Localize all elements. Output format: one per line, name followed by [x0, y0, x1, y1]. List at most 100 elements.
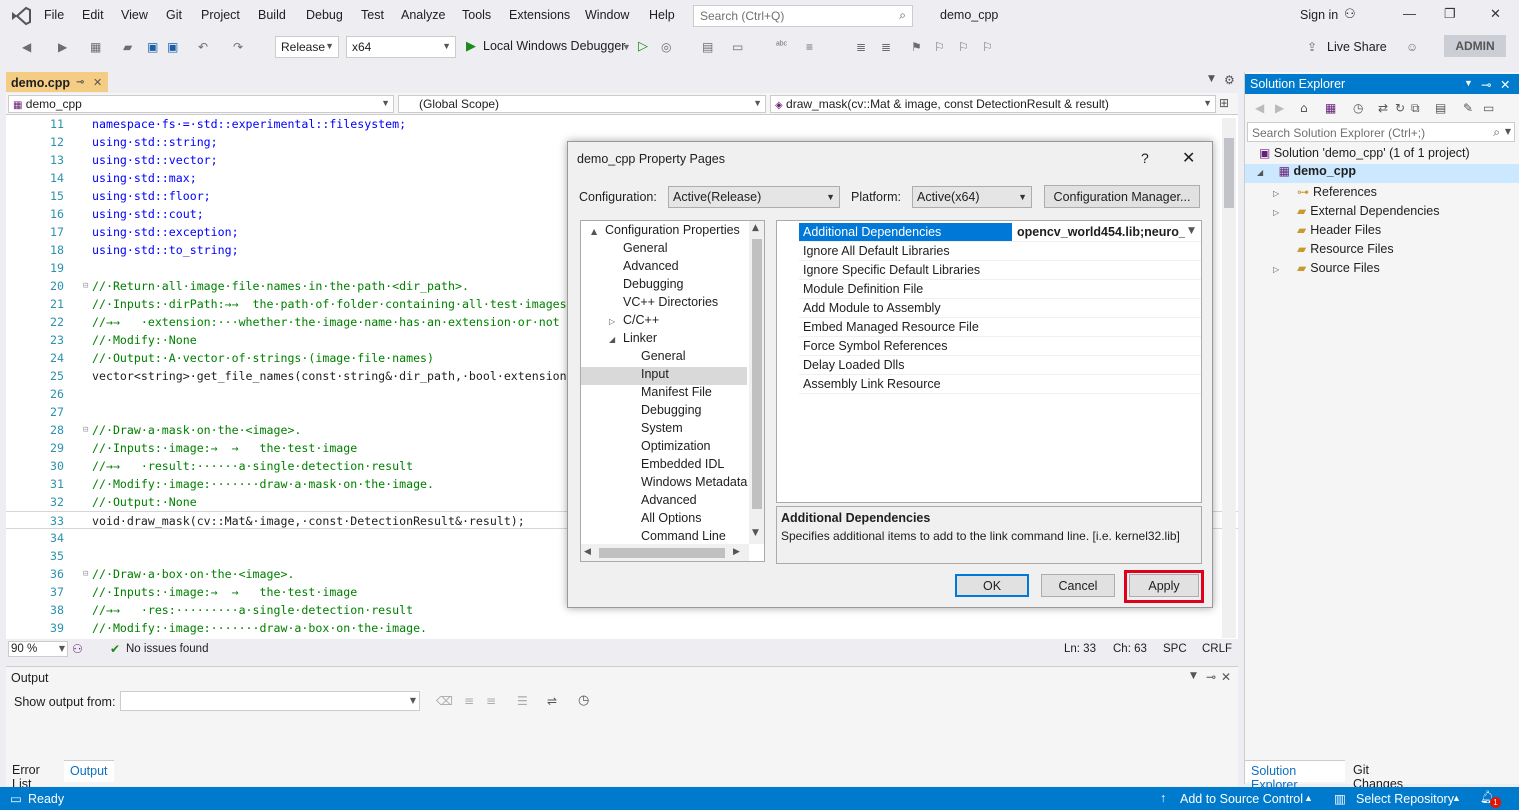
start-without-debug-icon[interactable]: ▷	[638, 38, 648, 54]
menu-analyze[interactable]: Analyze	[401, 8, 445, 22]
redo-icon[interactable]: ↷	[233, 40, 243, 54]
browse-icon[interactable]: ▤	[702, 40, 713, 54]
clock-icon[interactable]: ◷	[578, 694, 589, 707]
chevron-down-icon[interactable]: ▼	[1464, 78, 1473, 88]
configuration-manager-button[interactable]: Configuration Manager...	[1044, 185, 1200, 208]
property-value[interactable]: opencv_world454.lib;neuro_de	[1017, 225, 1185, 239]
config-tree-item-manifest-file[interactable]: Manifest File	[581, 385, 747, 403]
menu-tools[interactable]: Tools	[462, 8, 491, 22]
ai-icon[interactable]: ⚇	[72, 643, 83, 655]
window-layout-icon[interactable]: ▭	[732, 40, 743, 54]
tree-item-resource-files[interactable]: ▰ Resource Files	[1273, 242, 1513, 261]
config-tree-item-vc-directories[interactable]: VC++ Directories	[581, 295, 747, 313]
solution-search-input[interactable]: Search Solution Explorer (Ctrl+;) ⌕ ▼	[1247, 122, 1515, 142]
config-tree-item-c-c-[interactable]: ▷ C/C++	[581, 313, 747, 331]
ok-button[interactable]: OK	[955, 574, 1029, 597]
tab-git-changes[interactable]: Git Changes	[1347, 760, 1427, 791]
tree-solution[interactable]: ▣ Solution 'demo_cpp' (1 of 1 project)	[1259, 146, 1517, 165]
restore-button[interactable]: ❐	[1444, 6, 1456, 22]
live-share-icon[interactable]: ⇪	[1307, 40, 1317, 54]
menu-extensions[interactable]: Extensions	[509, 8, 570, 22]
tree-item-references[interactable]: ▷ ⊶ References	[1273, 185, 1513, 204]
next-message-icon[interactable]: ≡	[486, 695, 496, 707]
menu-help[interactable]: Help	[649, 8, 675, 22]
chevron-down-icon[interactable]: ▼	[1190, 672, 1197, 681]
add-source-control-button[interactable]: Add to Source Control	[1180, 792, 1303, 806]
platform-combo[interactable]: x64 ▼	[346, 36, 456, 58]
config-tree-item-embedded-idl[interactable]: Embedded IDL	[581, 457, 747, 475]
fold-icon[interactable]: ⊟	[83, 421, 88, 439]
config-tree-item-linker[interactable]: ◢ Linker	[581, 331, 747, 349]
pending-changes-icon[interactable]: ◷	[1353, 102, 1363, 114]
chevron-up-icon[interactable]: ▲	[752, 224, 759, 233]
tree-scrollbar-vertical[interactable]: ▲ ▼	[749, 221, 764, 544]
close-window-button[interactable]: ✕	[1490, 6, 1501, 22]
property-row-embed-managed-resource-file[interactable]: Embed Managed Resource File	[799, 318, 1201, 337]
expand-icon[interactable]: ▷	[1273, 190, 1289, 198]
menu-test[interactable]: Test	[361, 8, 384, 22]
expand-icon[interactable]: ▷	[1273, 266, 1289, 274]
help-button[interactable]: ?	[1141, 150, 1149, 166]
property-row-module-definition-file[interactable]: Module Definition File	[799, 280, 1201, 299]
menu-debug[interactable]: Debug	[306, 8, 343, 22]
menu-project[interactable]: Project	[201, 8, 240, 22]
property-row-add-module-to-assembly[interactable]: Add Module to Assembly	[799, 299, 1201, 318]
editor-scrollbar[interactable]	[1222, 118, 1236, 638]
indent-icon[interactable]: ≣	[856, 40, 866, 54]
config-tree-item-debugging[interactable]: Debugging	[581, 277, 747, 295]
chevron-left-icon[interactable]: ◀	[584, 548, 591, 557]
pin-icon[interactable]: ⊸	[1481, 77, 1491, 92]
config-tree-item-all-options[interactable]: All Options	[581, 511, 747, 529]
fold-icon[interactable]: ⊟	[83, 277, 88, 295]
expand-icon[interactable]: ◢	[609, 336, 623, 344]
code-line[interactable]: 39 //·Modify:·image:·······draw·a·box·on·…	[6, 619, 1238, 637]
config-tree-item-advanced[interactable]: Advanced	[581, 259, 747, 277]
issues-text[interactable]: No issues found	[126, 643, 208, 655]
sign-in-link[interactable]: Sign in	[1300, 8, 1338, 22]
tree-item-external-dependencies[interactable]: ▷ ▰ External Dependencies	[1273, 204, 1513, 223]
close-icon[interactable]: ✕	[93, 77, 102, 88]
project-combo[interactable]: ▦ demo_cpp ▼	[8, 95, 394, 113]
find-message-icon[interactable]: ⌫	[436, 695, 453, 707]
gear-icon[interactable]: ⚙	[1224, 74, 1235, 86]
minimize-button[interactable]: —	[1403, 6, 1416, 21]
live-share-button[interactable]: Live Share	[1327, 40, 1387, 54]
scrollbar-thumb[interactable]	[1224, 138, 1234, 208]
forward-icon[interactable]: ▶	[1275, 102, 1284, 114]
split-icon[interactable]: ⊞	[1219, 97, 1229, 109]
output-source-combo[interactable]: ▼	[120, 691, 420, 711]
property-row-additional-dependencies[interactable]: Additional Dependencies opencv_world454.l…	[799, 223, 1201, 242]
config-tree-item-advanced[interactable]: Advanced	[581, 493, 747, 511]
config-tree-item-windows-metadata[interactable]: Windows Metadata	[581, 475, 747, 493]
close-icon[interactable]: ✕	[1500, 77, 1510, 92]
chevron-right-icon[interactable]: ▶	[733, 548, 740, 557]
property-row-assembly-link-resource[interactable]: Assembly Link Resource	[799, 375, 1201, 394]
new-project-icon[interactable]: ▦	[90, 40, 101, 54]
spell-check-icon[interactable]: ᵃᵇᶜ	[776, 40, 787, 51]
tree-scrollbar-horizontal[interactable]: ◀ ▶	[581, 544, 749, 561]
menu-edit[interactable]: Edit	[82, 8, 104, 22]
dialog-close-button[interactable]: ✕	[1182, 148, 1195, 168]
preview-icon[interactable]: ▭	[1483, 102, 1494, 114]
prev-message-icon[interactable]: ≡	[464, 695, 474, 707]
cancel-button[interactable]: Cancel	[1041, 574, 1115, 597]
config-tree-item-configuration-properties[interactable]: ▲ Configuration Properties	[581, 223, 747, 241]
chevron-down-icon[interactable]: ▼	[1208, 75, 1215, 84]
clear-all-icon[interactable]: ☰	[517, 695, 528, 707]
bookmark-icon[interactable]: ⚑	[911, 40, 922, 54]
show-all-icon[interactable]: ▤	[1435, 102, 1446, 114]
property-row-delay-loaded-dlls[interactable]: Delay Loaded Dlls	[799, 356, 1201, 375]
tree-project[interactable]: ◢ ▦ demo_cpp	[1245, 164, 1519, 183]
attach-icon[interactable]: ◎	[661, 40, 671, 54]
configuration-combo[interactable]: Release ▼	[275, 36, 339, 58]
tree-item-header-files[interactable]: ▰ Header Files	[1273, 223, 1513, 242]
tab-output[interactable]: Output	[64, 760, 114, 782]
bookmark-clear-icon[interactable]: ⚐	[982, 40, 993, 54]
config-tree-item-optimization[interactable]: Optimization	[581, 439, 747, 457]
outdent-icon[interactable]: ≣	[881, 40, 891, 54]
property-row-ignore-all-default-libraries[interactable]: Ignore All Default Libraries	[799, 242, 1201, 261]
select-repository-button[interactable]: Select Repository	[1356, 792, 1454, 806]
config-tree-item-general[interactable]: General	[581, 349, 747, 367]
config-tree-item-general[interactable]: General	[581, 241, 747, 259]
menu-window[interactable]: Window	[585, 8, 629, 22]
